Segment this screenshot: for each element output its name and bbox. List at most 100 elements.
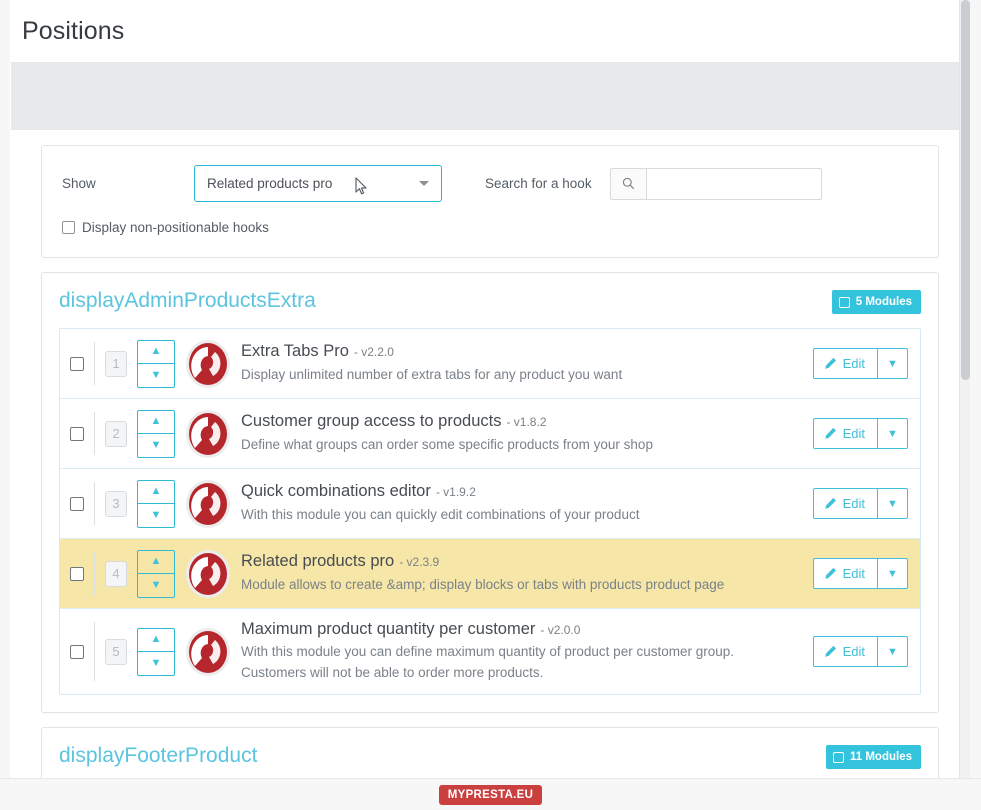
module-select-value: Related products pro <box>207 176 333 191</box>
edit-button[interactable]: Edit <box>812 348 878 379</box>
hook-modules-badge[interactable]: 5 Modules <box>831 290 921 314</box>
module-row[interactable]: 5 ▲ ▼ Maximum product quantity per custo… <box>60 609 920 695</box>
move-down-icon[interactable]: ▼ <box>138 434 174 457</box>
move-up-icon[interactable]: ▲ <box>138 411 174 434</box>
edit-button-label: Edit <box>842 566 865 581</box>
checkbox-icon[interactable] <box>70 356 84 371</box>
edit-dropdown-toggle[interactable]: ▼ <box>878 488 908 519</box>
edit-button-group: Edit ▼ <box>812 348 908 379</box>
move-down-icon[interactable]: ▼ <box>138 504 174 527</box>
pencil-icon <box>824 646 836 657</box>
move-up-icon[interactable]: ▲ <box>138 551 174 574</box>
module-title: Quick combinations editor <box>241 482 431 501</box>
module-select-cell[interactable] <box>60 356 94 371</box>
page-header: Positions <box>10 0 970 62</box>
vertical-scrollbar[interactable] <box>959 0 970 780</box>
move-up-icon[interactable]: ▲ <box>138 481 174 504</box>
checkbox-icon[interactable] <box>838 296 850 308</box>
hook-modules-badge[interactable]: 11 Modules <box>826 745 921 770</box>
module-title-line: Quick combinations editor - v1.9.2 <box>241 481 797 502</box>
show-label: Show <box>62 176 96 191</box>
module-row[interactable]: 3 ▲ ▼ Quick combinations editor - v1.9.2… <box>60 469 920 539</box>
module-select[interactable]: Related products pro <box>194 165 442 202</box>
module-title-line: Customer group access to products - v1.8.… <box>241 411 797 432</box>
admin-content-area: Positions Show Related products pro Sear… <box>10 0 970 780</box>
move-down-icon[interactable]: ▼ <box>138 364 174 387</box>
position-stepper[interactable]: ▲ ▼ <box>137 409 175 458</box>
move-down-icon[interactable]: ▼ <box>138 574 174 597</box>
module-title: Maximum product quantity per customer <box>241 620 536 638</box>
module-actions: Edit ▼ <box>805 558 908 589</box>
module-select-cell[interactable] <box>60 426 94 441</box>
move-down-icon[interactable]: ▼ <box>138 652 174 675</box>
module-logo-icon <box>186 549 230 598</box>
edit-dropdown-toggle[interactable]: ▼ <box>878 558 908 589</box>
hook-header: displayAdminProductsExtra 5 Modules <box>59 288 921 314</box>
checkbox-icon[interactable] <box>833 751 844 763</box>
position-stepper[interactable]: ▲ ▼ <box>137 339 175 388</box>
mypresta-brand-badge[interactable]: MYPRESTA.EU <box>438 784 543 805</box>
module-row[interactable]: 4 ▲ ▼ Related products pro - v2.3.9 Modu… <box>60 539 920 609</box>
module-actions: Edit ▼ <box>805 418 908 449</box>
module-version: - v2.2.0 <box>353 345 394 360</box>
pencil-icon <box>824 497 836 509</box>
module-logo-cell <box>175 478 241 530</box>
position-stepper[interactable]: ▲ ▼ <box>137 479 175 528</box>
module-title-line: Extra Tabs Pro - v2.2.0 <box>241 341 797 362</box>
module-row[interactable]: 1 ▲ ▼ Extra Tabs Pro - v2.2.0 Display un… <box>60 329 920 399</box>
hook-modules-count: 5 Modules <box>855 296 912 308</box>
edit-button[interactable]: Edit <box>812 558 878 589</box>
module-actions: Edit ▼ <box>805 488 908 519</box>
edit-dropdown-toggle[interactable]: ▼ <box>878 418 908 449</box>
edit-button-label: Edit <box>842 426 865 441</box>
search-input[interactable] <box>645 167 822 200</box>
search-icon[interactable] <box>609 167 646 200</box>
page-title: Positions <box>22 17 125 45</box>
module-info: Quick combinations editor - v1.9.2 With t… <box>241 471 805 535</box>
move-up-icon[interactable]: ▲ <box>138 341 174 364</box>
module-description: Define what groups can order some specif… <box>241 436 653 452</box>
checkbox-icon[interactable] <box>70 644 84 659</box>
position-stepper[interactable]: ▲ ▼ <box>137 627 175 676</box>
module-select-cell[interactable] <box>60 644 94 659</box>
module-title-line: Related products pro - v2.3.9 <box>241 551 797 572</box>
edit-button-group: Edit ▼ <box>812 488 908 519</box>
hook-title[interactable]: displayAdminProductsExtra <box>59 288 316 313</box>
search-label: Search for a hook <box>485 176 592 191</box>
screen: Positions Show Related products pro Sear… <box>0 0 981 810</box>
edit-button[interactable]: Edit <box>812 636 878 668</box>
pencil-icon <box>824 567 836 579</box>
module-row[interactable]: 2 ▲ ▼ Customer group access to products … <box>60 399 920 469</box>
position-number: 5 <box>105 638 127 665</box>
edit-button[interactable]: Edit <box>812 488 878 519</box>
edit-dropdown-toggle[interactable]: ▼ <box>878 636 908 668</box>
pencil-icon <box>824 427 836 439</box>
checkbox-icon[interactable] <box>70 496 84 511</box>
position-cell: 3 <box>95 490 137 517</box>
non-positionable-label: Display non-positionable hooks <box>82 220 269 235</box>
position-cell: 1 <box>95 350 137 377</box>
hook-title[interactable]: displayFooterProduct <box>59 743 409 768</box>
position-stepper[interactable]: ▲ ▼ <box>137 549 175 598</box>
non-positionable-checkbox-row[interactable]: Display non-positionable hooks <box>62 220 918 235</box>
move-up-icon[interactable]: ▲ <box>138 629 174 652</box>
module-title: Extra Tabs Pro <box>241 342 349 361</box>
module-select-cell[interactable] <box>60 496 94 511</box>
module-logo-cell <box>175 626 241 678</box>
hook-header: displayFooterProduct This hook adds new … <box>59 743 921 780</box>
module-actions: Edit ▼ <box>805 636 908 668</box>
checkbox-icon[interactable] <box>70 566 84 581</box>
module-info: Customer group access to products - v1.8.… <box>241 401 805 465</box>
module-logo-cell <box>175 408 241 460</box>
edit-button[interactable]: Edit <box>812 418 878 449</box>
checkbox-icon[interactable] <box>70 426 84 441</box>
checkbox-icon[interactable] <box>62 221 75 234</box>
edit-dropdown-toggle[interactable]: ▼ <box>878 348 908 379</box>
position-number: 3 <box>105 490 127 517</box>
position-cell: 2 <box>95 420 137 447</box>
chevron-down-icon <box>419 181 429 186</box>
module-info: Related products pro - v2.3.9 Module allo… <box>241 541 805 605</box>
scrollbar-thumb[interactable] <box>961 0 970 380</box>
module-select-cell[interactable] <box>60 566 94 581</box>
page-footer: MYPRESTA.EU <box>0 778 981 810</box>
